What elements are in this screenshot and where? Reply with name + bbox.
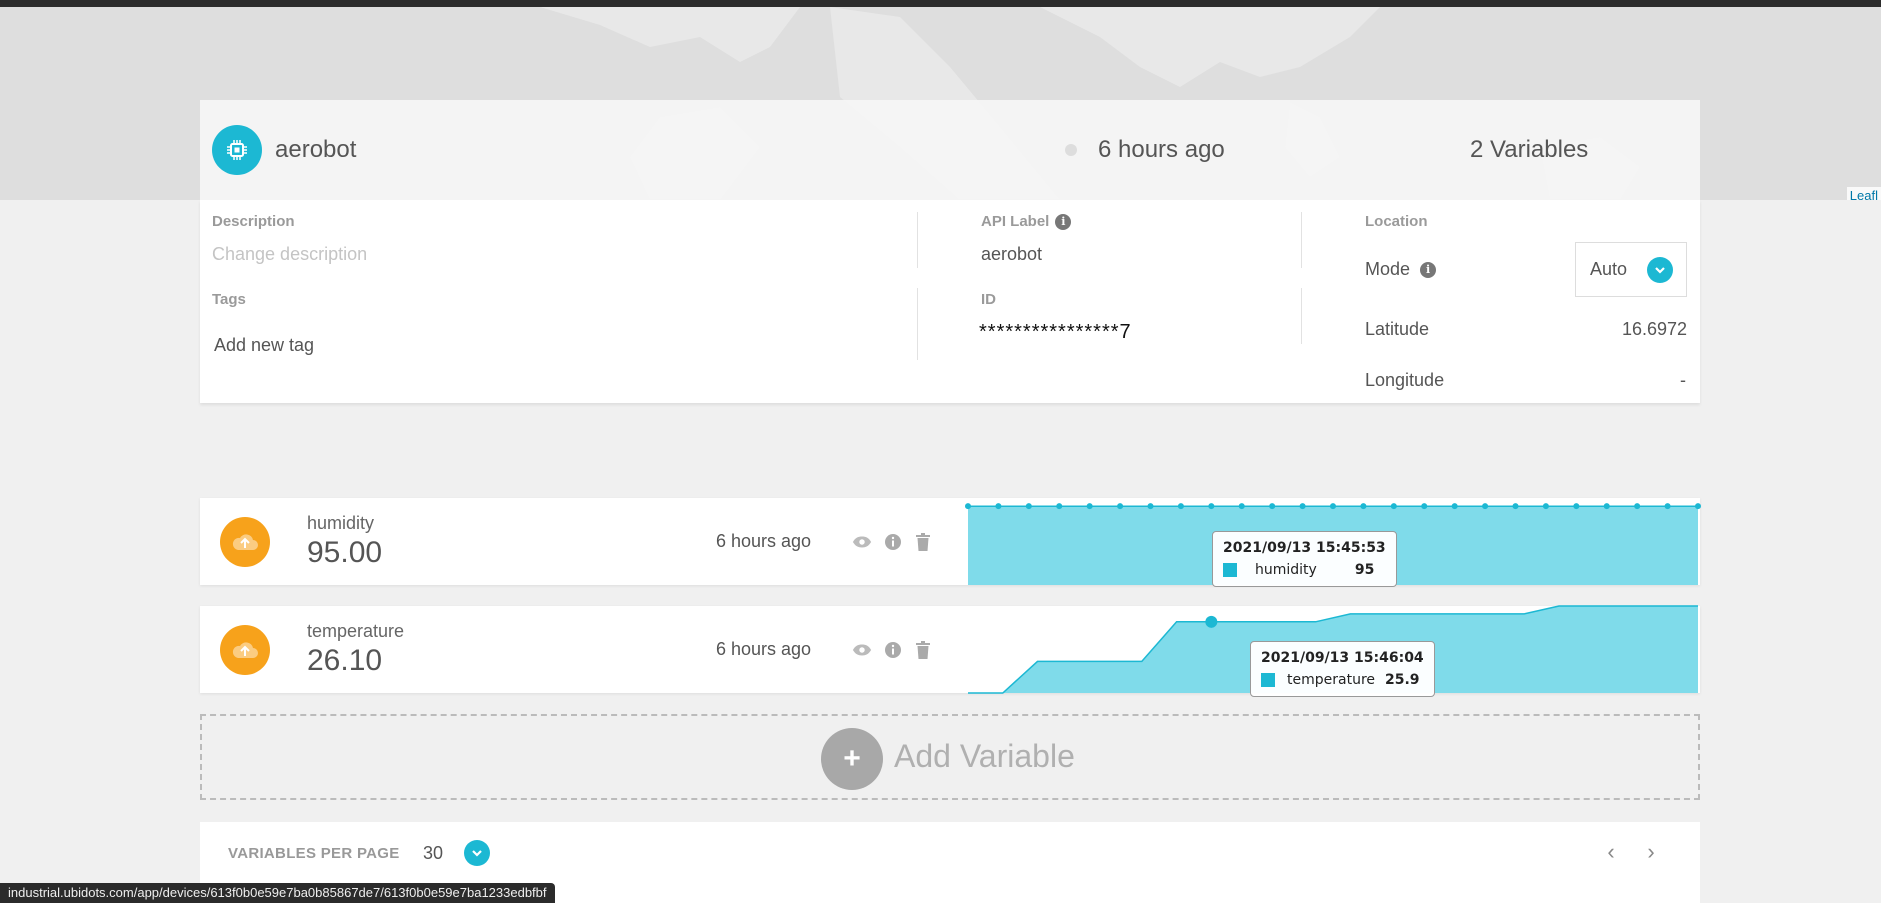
- sparkline-point: [1117, 503, 1124, 510]
- add-tag-field[interactable]: Add new tag: [214, 335, 314, 356]
- variable-last-update: 6 hours ago: [716, 639, 812, 659]
- trash-icon[interactable]: [913, 640, 933, 660]
- sparkline-point: [995, 503, 1002, 510]
- plus-icon: +: [821, 728, 883, 790]
- cloud-upload-icon: [220, 625, 270, 675]
- latitude-label: Latitude: [1365, 319, 1430, 339]
- info-icon[interactable]: [883, 640, 903, 660]
- sparkline-point: [1208, 503, 1215, 510]
- info-icon[interactable]: i: [1420, 262, 1437, 279]
- api-label-label: API Label i: [981, 213, 1072, 231]
- device-name[interactable]: aerobot: [275, 136, 356, 164]
- variable-name: humidity: [307, 513, 375, 533]
- device-id-value[interactable]: ****************7: [979, 321, 1132, 344]
- add-variable-button[interactable]: + Add Variable: [200, 714, 1700, 800]
- description-field[interactable]: Change description: [212, 244, 367, 265]
- tooltip-value: 25.9: [1385, 672, 1420, 688]
- previous-page-button[interactable]: ‹: [1599, 840, 1623, 864]
- divider: [1301, 288, 1302, 344]
- browser-top-bar: [0, 0, 1881, 7]
- sparkline-point: [1542, 503, 1549, 510]
- sparkline-point: [1664, 503, 1671, 510]
- tooltip-date: 2021/09/13 15:45:53: [1223, 540, 1386, 556]
- device-variable-count: 2 Variables: [1470, 136, 1589, 163]
- chevron-down-icon[interactable]: [464, 840, 490, 866]
- info-icon[interactable]: [883, 532, 903, 552]
- browser-status-url: industrial.ubidots.com/app/devices/613f0…: [0, 883, 555, 903]
- eye-icon[interactable]: [852, 640, 872, 660]
- sparkline-point: [1695, 503, 1701, 510]
- sparkline-point: [1360, 503, 1367, 510]
- variable-name: temperature: [307, 621, 405, 641]
- divider: [917, 288, 918, 360]
- sparkline-point: [1177, 503, 1184, 510]
- temperature-chart-tooltip: 2021/09/13 15:46:04 temperature 25.9: [1250, 641, 1435, 697]
- location-label: Location: [1365, 213, 1428, 230]
- id-label: ID: [981, 291, 996, 308]
- add-variable-label: Add Variable: [894, 738, 1075, 774]
- humidity-chart-tooltip: 2021/09/13 15:45:53 humidity 95: [1212, 531, 1397, 587]
- sparkline-point: [1421, 503, 1428, 510]
- device-details-card: Description Change description Tags Add …: [200, 200, 1700, 403]
- info-icon[interactable]: i: [1055, 214, 1072, 231]
- longitude-label: Longitude: [1365, 370, 1445, 390]
- divider: [1301, 212, 1302, 268]
- map-attribution[interactable]: Leafl: [1846, 187, 1881, 200]
- mode-label: Mode i: [1365, 259, 1437, 280]
- variable-last-update: 6 hours ago: [716, 531, 812, 551]
- sparkline-point: [1330, 503, 1336, 510]
- sparkline-point: [1299, 503, 1306, 510]
- variable-value: 26.10: [307, 644, 383, 677]
- cloud-upload-icon: [220, 517, 270, 567]
- sparkline-point: [965, 503, 971, 510]
- sparkline-point: [1269, 503, 1276, 510]
- tooltip-date: 2021/09/13 15:46:04: [1261, 650, 1424, 666]
- tooltip-value: 95: [1354, 562, 1375, 578]
- sparkline-point: [1056, 503, 1063, 510]
- sparkline-point: [1025, 503, 1032, 510]
- mode-select[interactable]: Auto: [1575, 242, 1687, 297]
- eye-icon[interactable]: [852, 532, 872, 552]
- divider: [917, 212, 918, 268]
- tooltip-series: temperature: [1287, 672, 1375, 688]
- device-last-activity: 6 hours ago: [1098, 136, 1225, 163]
- trash-icon[interactable]: [913, 532, 933, 552]
- sparkline-point: [1482, 503, 1489, 510]
- series-swatch: [1261, 673, 1275, 687]
- sparkline-point: [1238, 503, 1245, 510]
- variables-per-page-value[interactable]: 30: [423, 843, 443, 864]
- variables-per-page-label: VARIABLES PER PAGE: [228, 845, 400, 862]
- description-label: Description: [212, 213, 295, 230]
- tags-label: Tags: [212, 291, 246, 308]
- series-swatch: [1223, 563, 1237, 577]
- sparkline-point: [1512, 503, 1519, 510]
- sparkline-point: [1634, 503, 1641, 510]
- variable-row-temperature[interactable]: temperature 26.10 6 hours ago: [200, 605, 1700, 694]
- sparkline-point: [1086, 503, 1093, 510]
- variable-value: 95.00: [307, 536, 383, 569]
- sparkline-point: [1451, 503, 1458, 510]
- api-label-value[interactable]: aerobot: [981, 244, 1042, 265]
- mode-selected-value: Auto: [1590, 259, 1628, 279]
- sparkline-point: [1573, 503, 1580, 510]
- variable-row-humidity[interactable]: humidity 95.00 6 hours ago: [200, 498, 1701, 585]
- tooltip-series: humidity: [1255, 562, 1317, 578]
- sparkline-point: [1390, 503, 1397, 510]
- sparkline-point: [1603, 503, 1610, 510]
- device-header: aerobot 6 hours ago 2 Variables: [200, 100, 1700, 200]
- sparkline-highlight-point: [1205, 615, 1218, 628]
- sparkline-point: [1147, 503, 1154, 510]
- activity-dot: [1065, 144, 1077, 156]
- longitude-value[interactable]: -: [1680, 370, 1686, 391]
- chip-icon: [212, 125, 262, 175]
- latitude-value[interactable]: 16.6972: [1622, 319, 1687, 340]
- chevron-down-icon: [1647, 257, 1673, 283]
- next-page-button[interactable]: ›: [1639, 840, 1663, 864]
